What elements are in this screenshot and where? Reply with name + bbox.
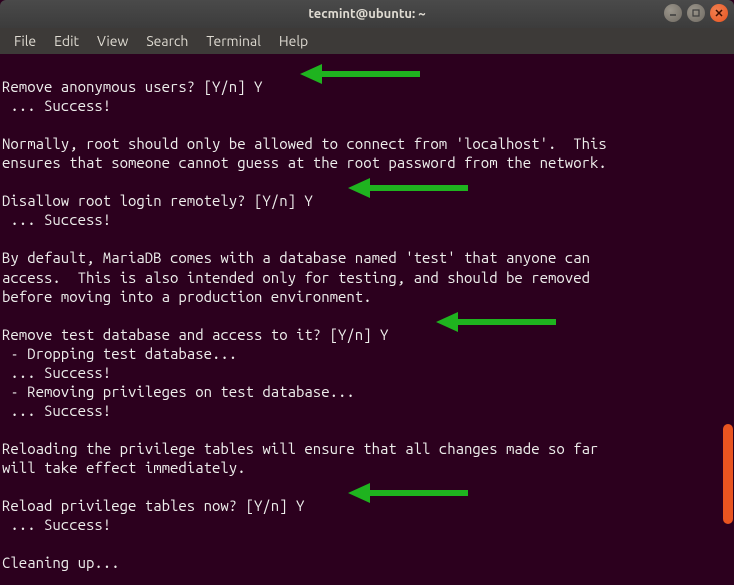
terminal-output[interactable]: Remove anonymous users? [Y/n] Y ... Succ…	[0, 54, 734, 585]
menu-help[interactable]: Help	[271, 30, 316, 52]
terminal-line	[2, 534, 732, 553]
terminal-line: Cleaning up...	[2, 553, 732, 572]
terminal-line: ... Success!	[2, 363, 732, 382]
terminal-line: Remove test database and access to it? […	[2, 325, 732, 344]
menu-file[interactable]: File	[6, 30, 44, 52]
terminal-line: Disallow root login remotely? [Y/n] Y	[2, 191, 732, 210]
window-title: tecmint@ubuntu: ~	[308, 7, 425, 21]
close-button[interactable]	[710, 4, 728, 22]
terminal-line	[2, 420, 732, 439]
terminal-line	[2, 172, 732, 191]
terminal-line	[2, 115, 732, 134]
terminal-line: ensures that someone cannot guess at the…	[2, 153, 732, 172]
window-titlebar: tecmint@ubuntu: ~	[0, 0, 734, 28]
scrollbar-thumb[interactable]	[723, 424, 733, 524]
terminal-line: - Dropping test database...	[2, 344, 732, 363]
terminal-line: Reloading the privilege tables will ensu…	[2, 439, 732, 458]
terminal-line	[2, 58, 732, 77]
menu-terminal[interactable]: Terminal	[198, 30, 269, 52]
terminal-line: will take effect immediately.	[2, 458, 732, 477]
terminal-line	[2, 477, 732, 496]
menu-search[interactable]: Search	[138, 30, 196, 52]
maximize-button[interactable]	[687, 4, 705, 22]
terminal-line: Reload privilege tables now? [Y/n] Y	[2, 496, 732, 515]
menubar: File Edit View Search Terminal Help	[0, 28, 734, 54]
terminal-line: By default, MariaDB comes with a databas…	[2, 248, 732, 267]
terminal-line	[2, 572, 732, 585]
minimize-button[interactable]	[664, 4, 682, 22]
terminal-line: before moving into a production environm…	[2, 287, 732, 306]
terminal-line	[2, 306, 732, 325]
terminal-line: ... Success!	[2, 210, 732, 229]
terminal-line: Remove anonymous users? [Y/n] Y	[2, 77, 732, 96]
window-controls	[664, 4, 728, 22]
menu-view[interactable]: View	[89, 30, 136, 52]
terminal-line: - Removing privileges on test database..…	[2, 382, 732, 401]
terminal-line: ... Success!	[2, 96, 732, 115]
terminal-line	[2, 229, 732, 248]
scrollbar[interactable]	[722, 54, 734, 585]
menu-edit[interactable]: Edit	[46, 30, 87, 52]
terminal-line: ... Success!	[2, 401, 732, 420]
terminal-line: access. This is also intended only for t…	[2, 268, 732, 287]
terminal-line: ... Success!	[2, 515, 732, 534]
terminal-line: Normally, root should only be allowed to…	[2, 134, 732, 153]
